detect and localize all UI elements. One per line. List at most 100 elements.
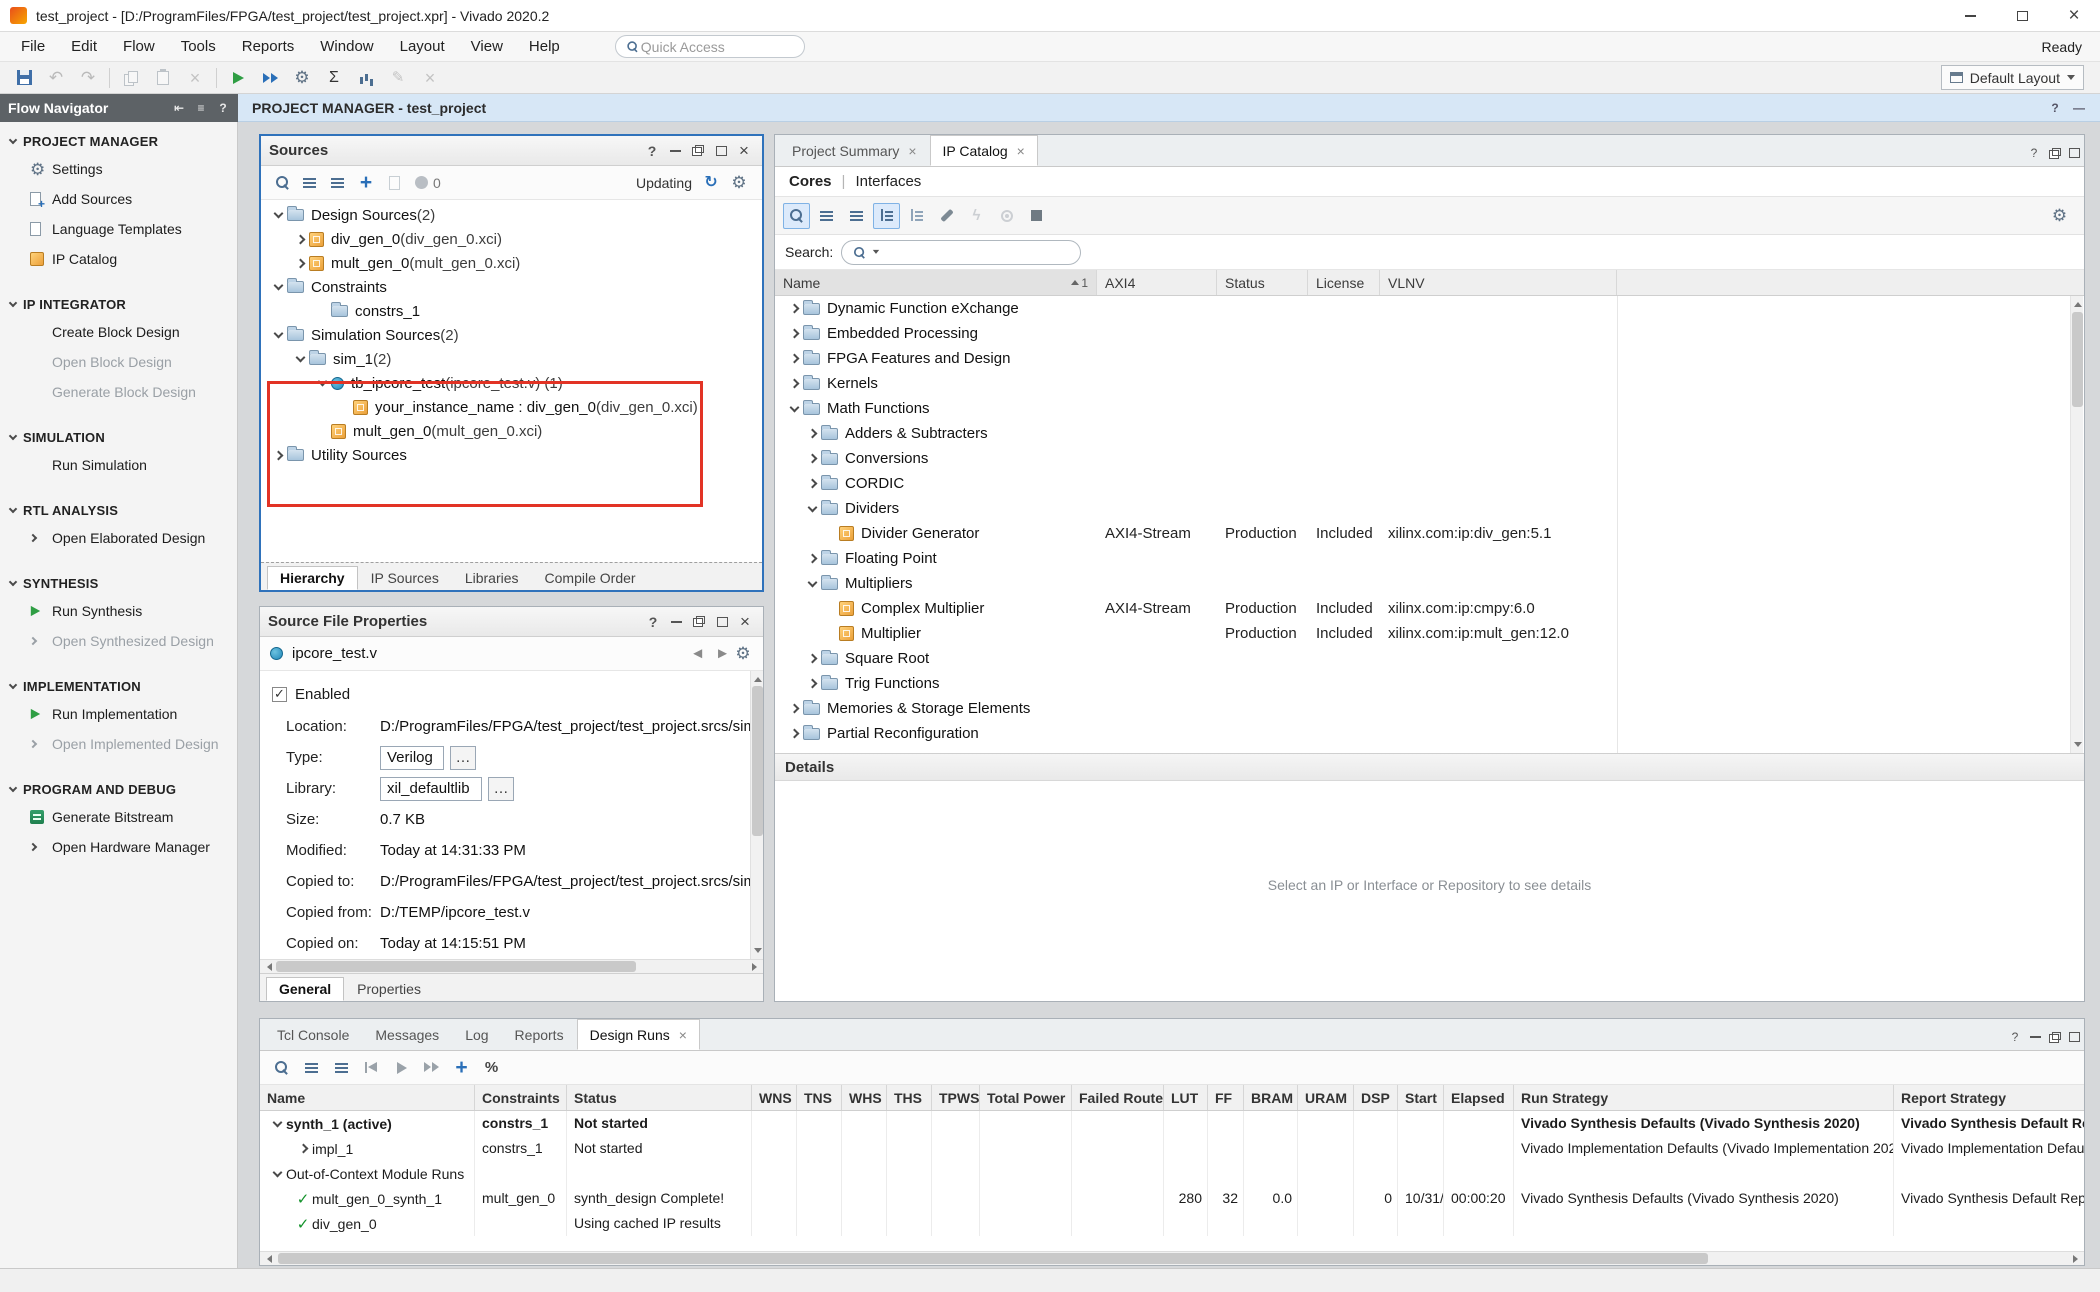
ip-tree-row[interactable]: Trig Functions xyxy=(775,671,2084,696)
scrollbar-thumb[interactable] xyxy=(2072,312,2083,407)
minimize-icon[interactable]: — xyxy=(2072,101,2086,115)
expand-arrow-icon[interactable] xyxy=(294,1145,312,1152)
launch-runs-button[interactable] xyxy=(388,1055,415,1080)
tab-design-runs[interactable]: Design Runs× xyxy=(577,1019,700,1050)
collapse-panel-icon[interactable]: ⇤ xyxy=(172,101,186,115)
column-header[interactable]: Constraints xyxy=(475,1085,567,1110)
collapse-arrow-icon[interactable] xyxy=(313,381,331,385)
tree-row[interactable]: Utility Sources xyxy=(261,443,762,467)
type-field[interactable] xyxy=(380,746,444,770)
help-icon[interactable]: ? xyxy=(643,612,663,632)
expand-arrow-icon[interactable] xyxy=(785,305,803,312)
copy-button[interactable] xyxy=(117,65,145,91)
column-header[interactable]: Name xyxy=(260,1085,475,1110)
ip-tree-row[interactable]: Dividers xyxy=(775,496,2084,521)
scroll-down-icon[interactable] xyxy=(754,948,762,957)
run-row-mult-gen-synth[interactable]: mult_gen_0_synth_1 mult_gen_0 synth_desi… xyxy=(260,1186,2084,1211)
flow-item-open-elaborated-design[interactable]: Open Elaborated Design xyxy=(0,523,237,553)
horizontal-scrollbar[interactable] xyxy=(260,959,763,973)
undo-button[interactable]: ↶ xyxy=(42,65,70,91)
horizontal-scrollbar[interactable] xyxy=(260,1251,2084,1265)
column-header[interactable]: WNS xyxy=(752,1085,797,1110)
column-header[interactable]: Report Strategy xyxy=(1894,1085,2084,1110)
menu-edit[interactable]: Edit xyxy=(58,32,110,62)
tab-hierarchy[interactable]: Hierarchy xyxy=(267,566,358,590)
ip-tree-row[interactable]: Multipliers xyxy=(775,571,2084,596)
collapse-arrow-icon[interactable] xyxy=(268,1122,286,1126)
expand-arrow-icon[interactable] xyxy=(785,730,803,737)
run-row-impl-1[interactable]: impl_1 constrs_1 Not started Vivado Impl… xyxy=(260,1136,2084,1161)
tab-ip-catalog[interactable]: IP Catalog× xyxy=(930,135,1038,166)
close-icon[interactable]: × xyxy=(735,612,755,632)
add-sources-button[interactable]: + xyxy=(353,171,379,195)
ip-row-complex-multiplier[interactable]: Complex MultiplierAXI4-StreamProductionI… xyxy=(775,596,2084,621)
file-info-button[interactable] xyxy=(381,171,407,195)
tree-row[interactable]: tb_ipcore_test (ipcore_test.v) (1) xyxy=(261,371,762,395)
scroll-right-icon[interactable] xyxy=(2073,1255,2082,1263)
menu-help[interactable]: Help xyxy=(516,32,573,62)
ip-tree-row[interactable]: CORDIC xyxy=(775,471,2084,496)
run-row-div-gen[interactable]: div_gen_0 Using cached IP results xyxy=(260,1211,2084,1236)
expand-arrow-icon[interactable] xyxy=(269,452,287,459)
collapse-arrow-icon[interactable] xyxy=(803,582,821,586)
flow-item-open-hardware-manager[interactable]: Open Hardware Manager xyxy=(0,832,237,862)
tab-log[interactable]: Log xyxy=(452,1019,501,1050)
help-icon[interactable]: ? xyxy=(2008,1030,2022,1044)
float-icon[interactable] xyxy=(2049,1032,2061,1043)
close-button[interactable]: × xyxy=(2048,0,2100,32)
tree-row[interactable]: div_gen_0 (div_gen_0.xci) xyxy=(261,227,762,251)
save-button[interactable] xyxy=(10,65,38,91)
flow-item-settings[interactable]: ⚙Settings xyxy=(0,154,237,184)
column-header[interactable]: TNS xyxy=(797,1085,842,1110)
column-header-vlnv[interactable]: VLNV xyxy=(1380,270,1617,295)
minimize-button[interactable] xyxy=(1944,0,1996,32)
column-header[interactable]: Failed Routes xyxy=(1072,1085,1164,1110)
column-header[interactable]: WHS xyxy=(842,1085,887,1110)
customize-button[interactable] xyxy=(933,203,960,229)
flow-item-generate-block-design[interactable]: Generate Block Design xyxy=(0,377,237,407)
flow-section-simulation[interactable]: SIMULATION xyxy=(0,424,237,450)
flow-item-generate-bitstream[interactable]: Generate Bitstream xyxy=(0,802,237,832)
collapse-arrow-icon[interactable] xyxy=(268,1172,286,1176)
expand-all-button[interactable] xyxy=(328,1055,355,1080)
tab-general[interactable]: General xyxy=(266,977,344,1001)
tree-row[interactable]: Simulation Sources (2) xyxy=(261,323,762,347)
expand-arrow-icon[interactable] xyxy=(803,480,821,487)
expand-arrow-icon[interactable] xyxy=(803,430,821,437)
tab-properties[interactable]: Properties xyxy=(344,977,434,1001)
flow-item-create-block-design[interactable]: Create Block Design xyxy=(0,317,237,347)
run-steps-button[interactable] xyxy=(256,65,284,91)
ip-search-input[interactable] xyxy=(841,240,1081,265)
quick-connect-button[interactable]: ϟ xyxy=(963,203,990,229)
search-button[interactable] xyxy=(783,203,810,229)
search-button[interactable] xyxy=(268,1055,295,1080)
settings-button[interactable]: ⚙ xyxy=(288,65,316,91)
tab-reports[interactable]: Reports xyxy=(502,1019,577,1050)
maximize-icon[interactable] xyxy=(2069,148,2080,158)
report-button[interactable] xyxy=(352,65,380,91)
close-icon[interactable]: × xyxy=(734,141,754,161)
column-header-license[interactable]: License xyxy=(1308,270,1380,295)
menu-layout[interactable]: Layout xyxy=(387,32,458,62)
column-header-status[interactable]: Status xyxy=(1217,270,1308,295)
flow-item-run-implementation[interactable]: Run Implementation xyxy=(0,699,237,729)
target-button[interactable] xyxy=(993,203,1020,229)
forward-arrow-icon[interactable]: ► xyxy=(715,645,730,662)
expand-arrow-icon[interactable] xyxy=(803,655,821,662)
ip-tree-row[interactable]: Embedded Processing xyxy=(775,321,2084,346)
menu-file[interactable]: File xyxy=(8,32,58,62)
ip-row-divider-generator[interactable]: Divider GeneratorAXI4-StreamProductionIn… xyxy=(775,521,2084,546)
flow-item-ip-catalog[interactable]: IP Catalog xyxy=(0,244,237,274)
refresh-button[interactable]: ↻ xyxy=(698,171,724,195)
scroll-left-icon[interactable] xyxy=(263,1255,272,1263)
expand-arrow-icon[interactable] xyxy=(291,260,309,267)
library-field[interactable] xyxy=(380,777,482,801)
expand-arrow-icon[interactable] xyxy=(785,330,803,337)
help-icon[interactable]: ? xyxy=(2048,101,2062,115)
tree-row[interactable]: mult_gen_0 (mult_gen_0.xci) xyxy=(261,251,762,275)
flow-item-run-synthesis[interactable]: Run Synthesis xyxy=(0,596,237,626)
help-icon[interactable]: ? xyxy=(2027,146,2041,160)
column-header[interactable]: LUT xyxy=(1164,1085,1208,1110)
collapse-arrow-icon[interactable] xyxy=(291,357,309,361)
scrollbar-thumb[interactable] xyxy=(752,686,763,836)
